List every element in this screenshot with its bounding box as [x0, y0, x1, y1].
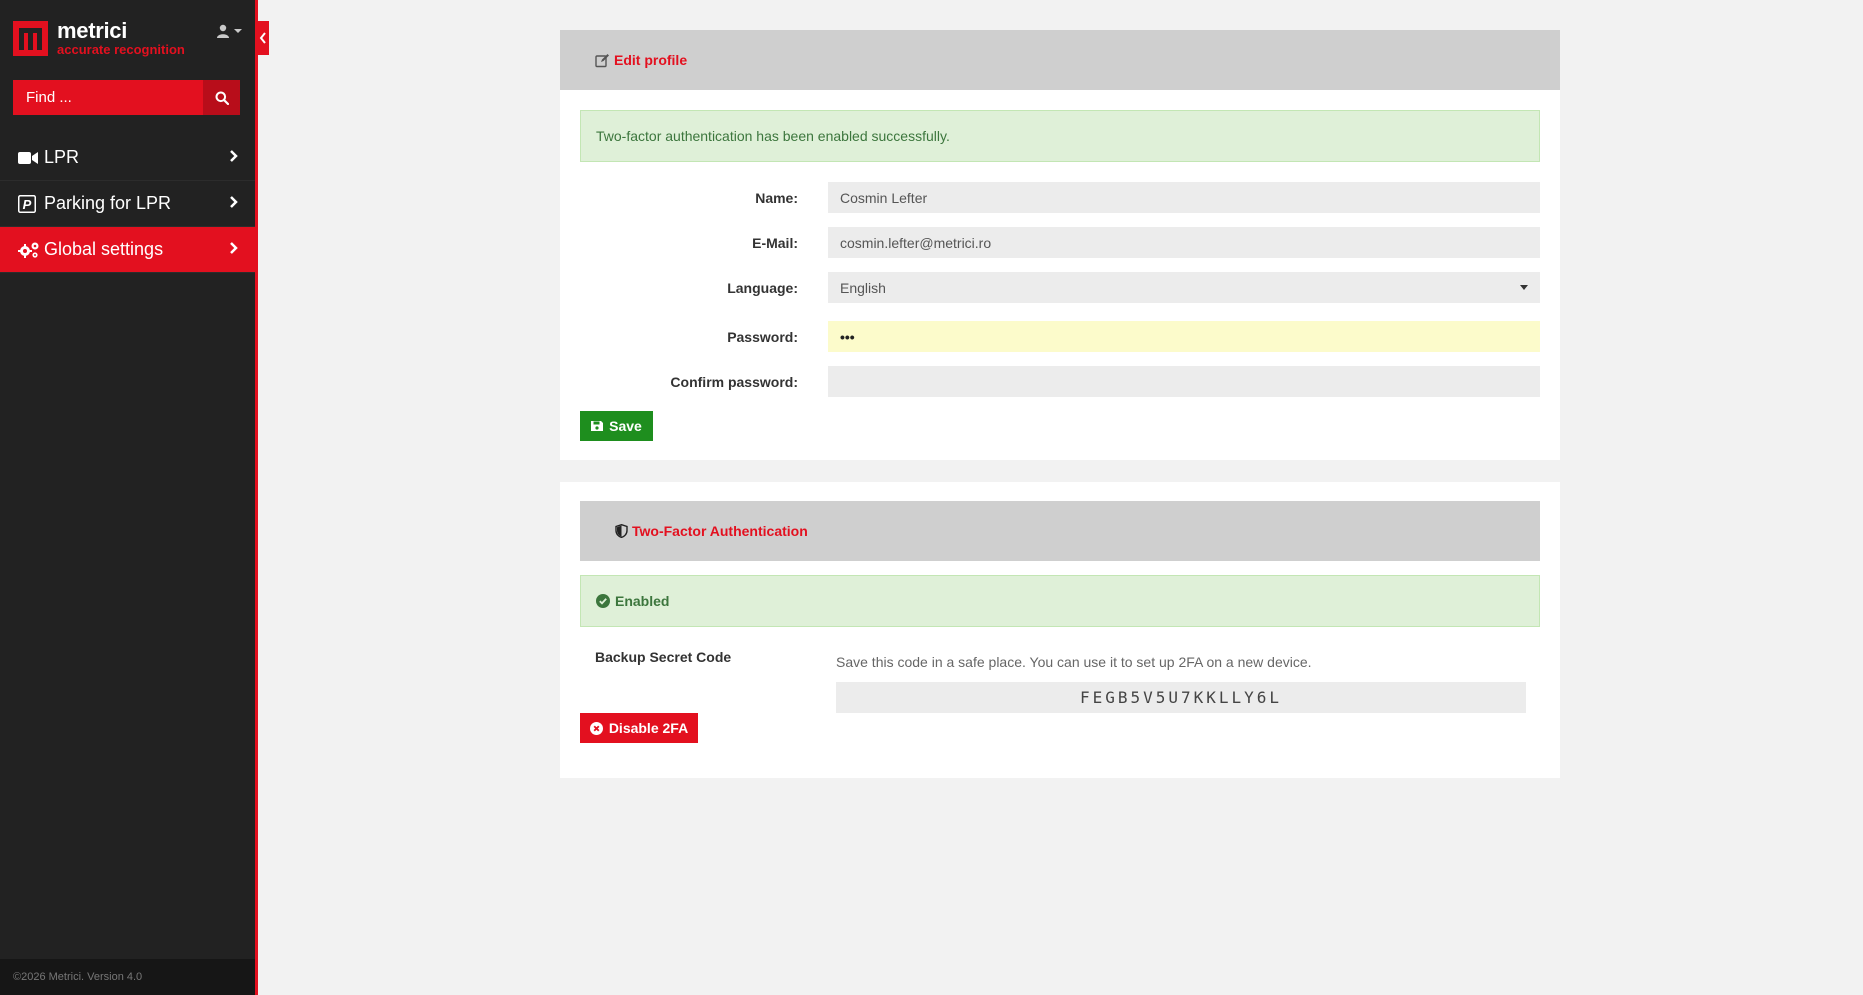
svg-text:P: P	[23, 197, 32, 212]
sidebar-item-parking[interactable]: P Parking for LPR	[0, 181, 255, 227]
sidebar: metrici accurate recognition LPR P Parki…	[0, 0, 255, 995]
brand-logo[interactable]: metrici accurate recognition	[13, 20, 185, 56]
disable-2fa-label: Disable 2FA	[608, 720, 689, 736]
save-button[interactable]: Save	[580, 411, 653, 441]
backup-code-value[interactable]: FEGB5V5U7KKLLY6L	[836, 682, 1526, 713]
search-button[interactable]	[203, 80, 240, 115]
password-field[interactable]: •••	[828, 321, 1540, 352]
check-circle-icon	[596, 594, 610, 608]
sidebar-collapse-button[interactable]	[256, 21, 269, 55]
panel-title: Two-Factor Authentication	[632, 523, 808, 539]
sidebar-item-label: LPR	[44, 147, 80, 167]
metrici-logo-icon	[13, 20, 48, 56]
user-menu[interactable]	[216, 24, 243, 38]
gears-icon	[18, 241, 40, 259]
chevron-left-icon	[259, 32, 266, 44]
success-alert: Two-factor authentication has been enabl…	[580, 110, 1540, 162]
brand-name: metrici	[57, 18, 128, 43]
search-input[interactable]	[13, 80, 203, 115]
two-factor-panel: Two-Factor Authentication Enabled Backup…	[560, 482, 1560, 778]
parking-icon: P	[18, 194, 40, 213]
save-button-label: Save	[609, 418, 642, 434]
sidebar-item-lpr[interactable]: LPR	[0, 135, 255, 181]
chevron-right-icon	[230, 196, 238, 208]
user-icon	[217, 24, 229, 38]
two-factor-status-alert: Enabled	[580, 575, 1540, 627]
backup-code-help: Save this code in a safe place. You can …	[836, 654, 1312, 670]
panel-title: Edit profile	[614, 52, 688, 68]
backup-code-label: Backup Secret Code	[595, 649, 732, 665]
edit-profile-header: Edit profile	[560, 30, 1560, 90]
chevron-right-icon	[230, 150, 238, 162]
sidebar-footer: ©2026 Metrici. Version 4.0	[0, 959, 255, 995]
video-camera-icon	[18, 151, 40, 165]
email-label: E-Mail:	[752, 235, 798, 251]
search-box	[13, 80, 240, 115]
times-circle-icon	[589, 721, 603, 735]
sidebar-nav: LPR P Parking for LPR Global settings	[0, 135, 255, 273]
chevron-right-icon	[230, 242, 238, 254]
sidebar-divider	[255, 0, 258, 995]
caret-down-icon	[234, 29, 242, 33]
email-field[interactable]: cosmin.lefter@metrici.ro	[828, 227, 1540, 258]
brand-tagline: accurate recognition	[57, 42, 185, 57]
shield-icon	[615, 524, 628, 538]
edit-profile-panel: Edit profile Two-factor authentication h…	[560, 30, 1560, 460]
disable-2fa-button[interactable]: Disable 2FA	[580, 713, 698, 743]
language-select[interactable]: English	[828, 272, 1540, 303]
name-label: Name:	[755, 190, 798, 206]
floppy-disk-icon	[591, 421, 604, 431]
confirm-password-field[interactable]	[828, 366, 1540, 397]
confirm-password-row: Confirm password:	[580, 366, 1540, 397]
email-row: E-Mail: cosmin.lefter@metrici.ro	[580, 227, 1540, 258]
sidebar-item-label: Parking for LPR	[44, 193, 172, 213]
two-factor-header: Two-Factor Authentication	[580, 501, 1540, 561]
caret-down-icon	[1520, 285, 1528, 290]
two-factor-status: Enabled	[615, 593, 670, 609]
password-label: Password:	[727, 329, 798, 345]
search-icon	[215, 91, 229, 105]
password-row: Password: •••	[580, 321, 1540, 352]
sidebar-item-global-settings[interactable]: Global settings	[0, 227, 255, 273]
confirm-password-label: Confirm password:	[670, 374, 798, 390]
name-field[interactable]: Cosmin Lefter	[828, 182, 1540, 213]
language-row: Language: English	[580, 272, 1540, 303]
language-selected-value: English	[840, 279, 886, 296]
edit-icon	[595, 53, 609, 67]
name-row: Name: Cosmin Lefter	[580, 182, 1540, 213]
sidebar-item-label: Global settings	[44, 239, 164, 259]
language-label: Language:	[727, 280, 798, 296]
